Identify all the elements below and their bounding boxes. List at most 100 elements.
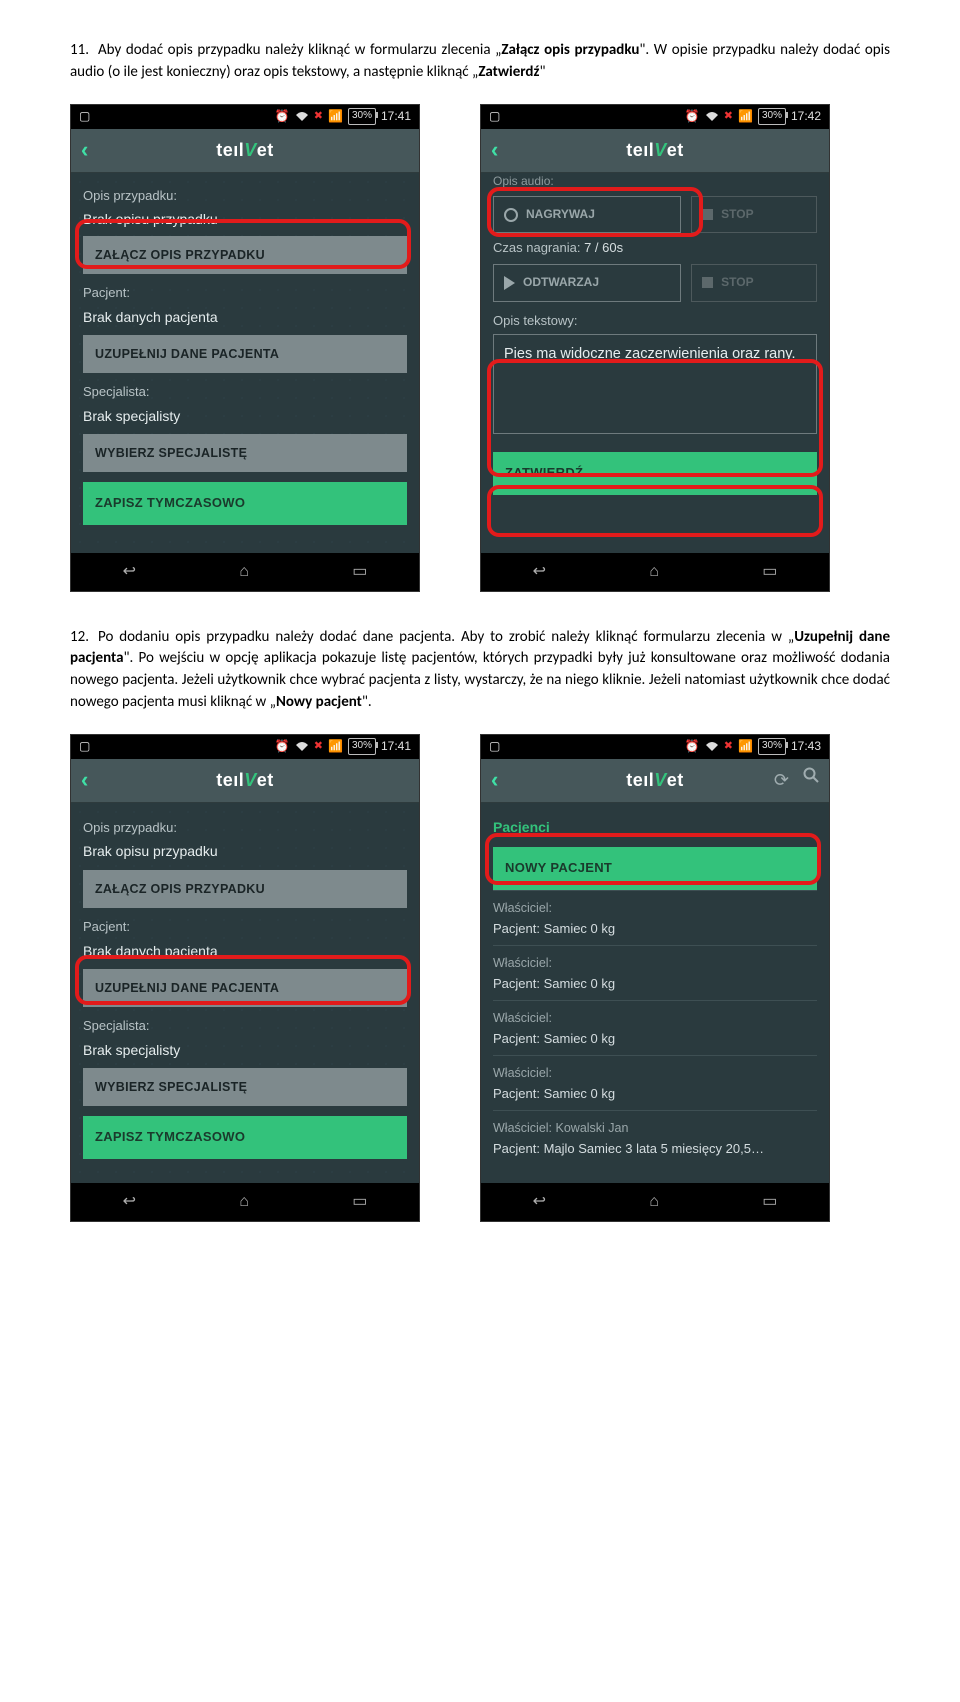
back-icon[interactable]: ‹ (491, 764, 498, 796)
record-stop-button[interactable]: STOP (691, 196, 817, 233)
patient-label: Pacjent: Samiec 0 kg (493, 975, 817, 994)
screenshot-row-2: ▢ ⏰ ✖ 📶 30% 17:41 ‹ teılVet Opis przypad… (70, 734, 890, 1222)
app-logo: teılVet (626, 767, 684, 793)
search-icon[interactable] (803, 767, 819, 793)
patient-value: Brak danych pacjenta (83, 941, 407, 961)
recording-time: Czas nagrania: 7 / 60s (493, 239, 817, 258)
nav-home-icon[interactable]: ⌂ (649, 560, 659, 583)
patient-list-item[interactable]: Właściciel:Pacjent: Samiec 0 kg (493, 1000, 817, 1055)
android-navbar: ↩ ⌂ ▭ (481, 1183, 829, 1221)
appbar: ‹ teılVet ⟳ (481, 759, 829, 803)
case-value: Brak opisu przypadku (83, 841, 407, 861)
android-navbar: ↩ ⌂ ▭ (71, 553, 419, 591)
signal-icon: 📶 (328, 108, 343, 125)
wifi-icon (295, 111, 309, 122)
patients-list: Pacjenci NOWY PACJENT Właściciel: Pacjent… (481, 803, 829, 1183)
android-navbar: ↩ ⌂ ▭ (481, 553, 829, 591)
owner-label: Właściciel: (493, 954, 817, 972)
sim-icon: ✖ (314, 109, 323, 125)
save-temp-button[interactable]: ZAPISZ TYMCZASOWO (83, 1116, 407, 1159)
android-navbar: ↩ ⌂ ▭ (71, 1183, 419, 1221)
audio-label-cut: Opis audio: (493, 173, 817, 190)
nav-recent-icon[interactable]: ▭ (352, 560, 367, 583)
case-value: Brak opisu przypadku (83, 209, 407, 229)
app-logo: teılVet (626, 137, 684, 163)
stop-icon (702, 209, 713, 220)
battery-icon: 30% (348, 108, 376, 125)
patient-label: Pacjent: Samiec 0 kg (493, 1085, 817, 1104)
screenshot-row-1: ▢ ⏰ ✖ 📶 30% 17:41 ‹ teılVet Opis przypad… (70, 104, 890, 592)
picture-icon: ▢ (79, 108, 90, 125)
nav-back-icon[interactable]: ↩ (123, 1190, 136, 1213)
patient-list-item[interactable]: Właściciel: Pacjent: Samiec 0 kg (493, 1055, 817, 1110)
nav-back-icon[interactable]: ↩ (533, 1190, 546, 1213)
case-description-content: Opis audio: NAGRYWAJ STOP Czas nagrania:… (481, 173, 829, 553)
patient-label: Pacjent: Samiec 0 kg (493, 920, 817, 939)
step-11-text: 11.Aby dodać opis przypadku należy klikn… (70, 40, 890, 84)
phone-screenshot-2: ▢ ⏰ ✖ 📶 30% 17:42 ‹ teılVet Opis audio: … (480, 104, 830, 592)
alarm-icon: ⏰ (275, 108, 290, 125)
battery-icon: 30% (758, 738, 786, 755)
choose-specialist-button[interactable]: WYBIERZ SPECJALISTĘ (83, 434, 407, 472)
text-description-label: Opis tekstowy: (493, 312, 817, 331)
record-icon (504, 208, 518, 222)
app-logo: teılVet (216, 767, 274, 793)
nav-home-icon[interactable]: ⌂ (239, 560, 249, 583)
owner-label: Właściciel: Kowalski Jan (493, 1119, 817, 1137)
appbar: ‹ teılVet (71, 759, 419, 803)
attach-case-button[interactable]: ZAŁĄCZ OPIS PRZYPADKU (83, 870, 407, 908)
picture-icon: ▢ (79, 738, 90, 755)
nav-recent-icon[interactable]: ▭ (352, 1190, 367, 1213)
new-patient-button[interactable]: NOWY PACJENT (493, 847, 817, 890)
owner-label: Właściciel: (493, 899, 817, 917)
app-logo: teılVet (216, 137, 274, 163)
specialist-value: Brak specjalisty (83, 406, 407, 426)
wifi-icon (705, 741, 719, 752)
nav-back-icon[interactable]: ↩ (123, 560, 136, 583)
back-icon[interactable]: ‹ (491, 134, 498, 166)
signal-icon: 📶 (328, 738, 343, 755)
choose-specialist-button[interactable]: WYBIERZ SPECJALISTĘ (83, 1068, 407, 1106)
patient-label: Pacjent: (83, 918, 407, 937)
clock: 17:43 (791, 738, 821, 755)
play-stop-button[interactable]: STOP (691, 264, 817, 301)
picture-icon: ▢ (489, 108, 500, 125)
play-button[interactable]: ODTWARZAJ (493, 264, 681, 301)
statusbar: ▢ ⏰ ✖ 📶 30% 17:41 (71, 105, 419, 129)
sim-icon: ✖ (724, 739, 733, 755)
clock: 17:41 (381, 738, 411, 755)
nav-home-icon[interactable]: ⌂ (649, 1190, 659, 1213)
sim-icon: ✖ (724, 109, 733, 125)
text-description-input[interactable]: Pies ma widoczne zaczerwienienia oraz ra… (493, 334, 817, 434)
nav-recent-icon[interactable]: ▭ (762, 560, 777, 583)
wifi-icon (705, 111, 719, 122)
fill-patient-button[interactable]: UZUPEŁNIJ DANE PACJENTA (83, 969, 407, 1007)
patient-list-item[interactable]: Właściciel: Pacjent: Samiec 0 kg (493, 945, 817, 1000)
patient-label: Pacjent: Majlo Samiec 3 lata 5 miesięcy … (493, 1140, 817, 1159)
nav-recent-icon[interactable]: ▭ (762, 1190, 777, 1213)
nav-back-icon[interactable]: ↩ (533, 560, 546, 583)
record-button[interactable]: NAGRYWAJ (493, 196, 681, 233)
back-icon[interactable]: ‹ (81, 134, 88, 166)
fill-patient-button[interactable]: UZUPEŁNIJ DANE PACJENTA (83, 335, 407, 373)
clock: 17:42 (791, 108, 821, 125)
save-temp-button[interactable]: ZAPISZ TYMCZASOWO (83, 482, 407, 525)
patient-list-item[interactable]: Właściciel: Kowalski Jan Pacjent: Majlo S… (493, 1110, 817, 1165)
owner-label: Właściciel: (493, 1064, 817, 1082)
phone-screenshot-1: ▢ ⏰ ✖ 📶 30% 17:41 ‹ teılVet Opis przypad… (70, 104, 420, 592)
specialist-value: Brak specjalisty (83, 1040, 407, 1060)
refresh-icon[interactable]: ⟳ (774, 767, 789, 793)
patient-list-item[interactable]: Właściciel: Pacjent: Samiec 0 kg (493, 890, 817, 945)
confirm-button[interactable]: ZATWIERDŹ (493, 452, 817, 495)
battery-icon: 30% (758, 108, 786, 125)
phone-screenshot-3: ▢ ⏰ ✖ 📶 30% 17:41 ‹ teılVet Opis przypad… (70, 734, 420, 1222)
statusbar: ▢ ⏰ ✖ 📶 30% 17:42 (481, 105, 829, 129)
wifi-icon (295, 741, 309, 752)
signal-icon: 📶 (738, 108, 753, 125)
patients-heading: Pacjenci (493, 817, 817, 837)
nav-home-icon[interactable]: ⌂ (239, 1190, 249, 1213)
back-icon[interactable]: ‹ (81, 764, 88, 796)
attach-case-button[interactable]: ZAŁĄCZ OPIS PRZYPADKU (83, 236, 407, 274)
alarm-icon: ⏰ (685, 738, 700, 755)
patient-label: Pacjent: (83, 284, 407, 303)
